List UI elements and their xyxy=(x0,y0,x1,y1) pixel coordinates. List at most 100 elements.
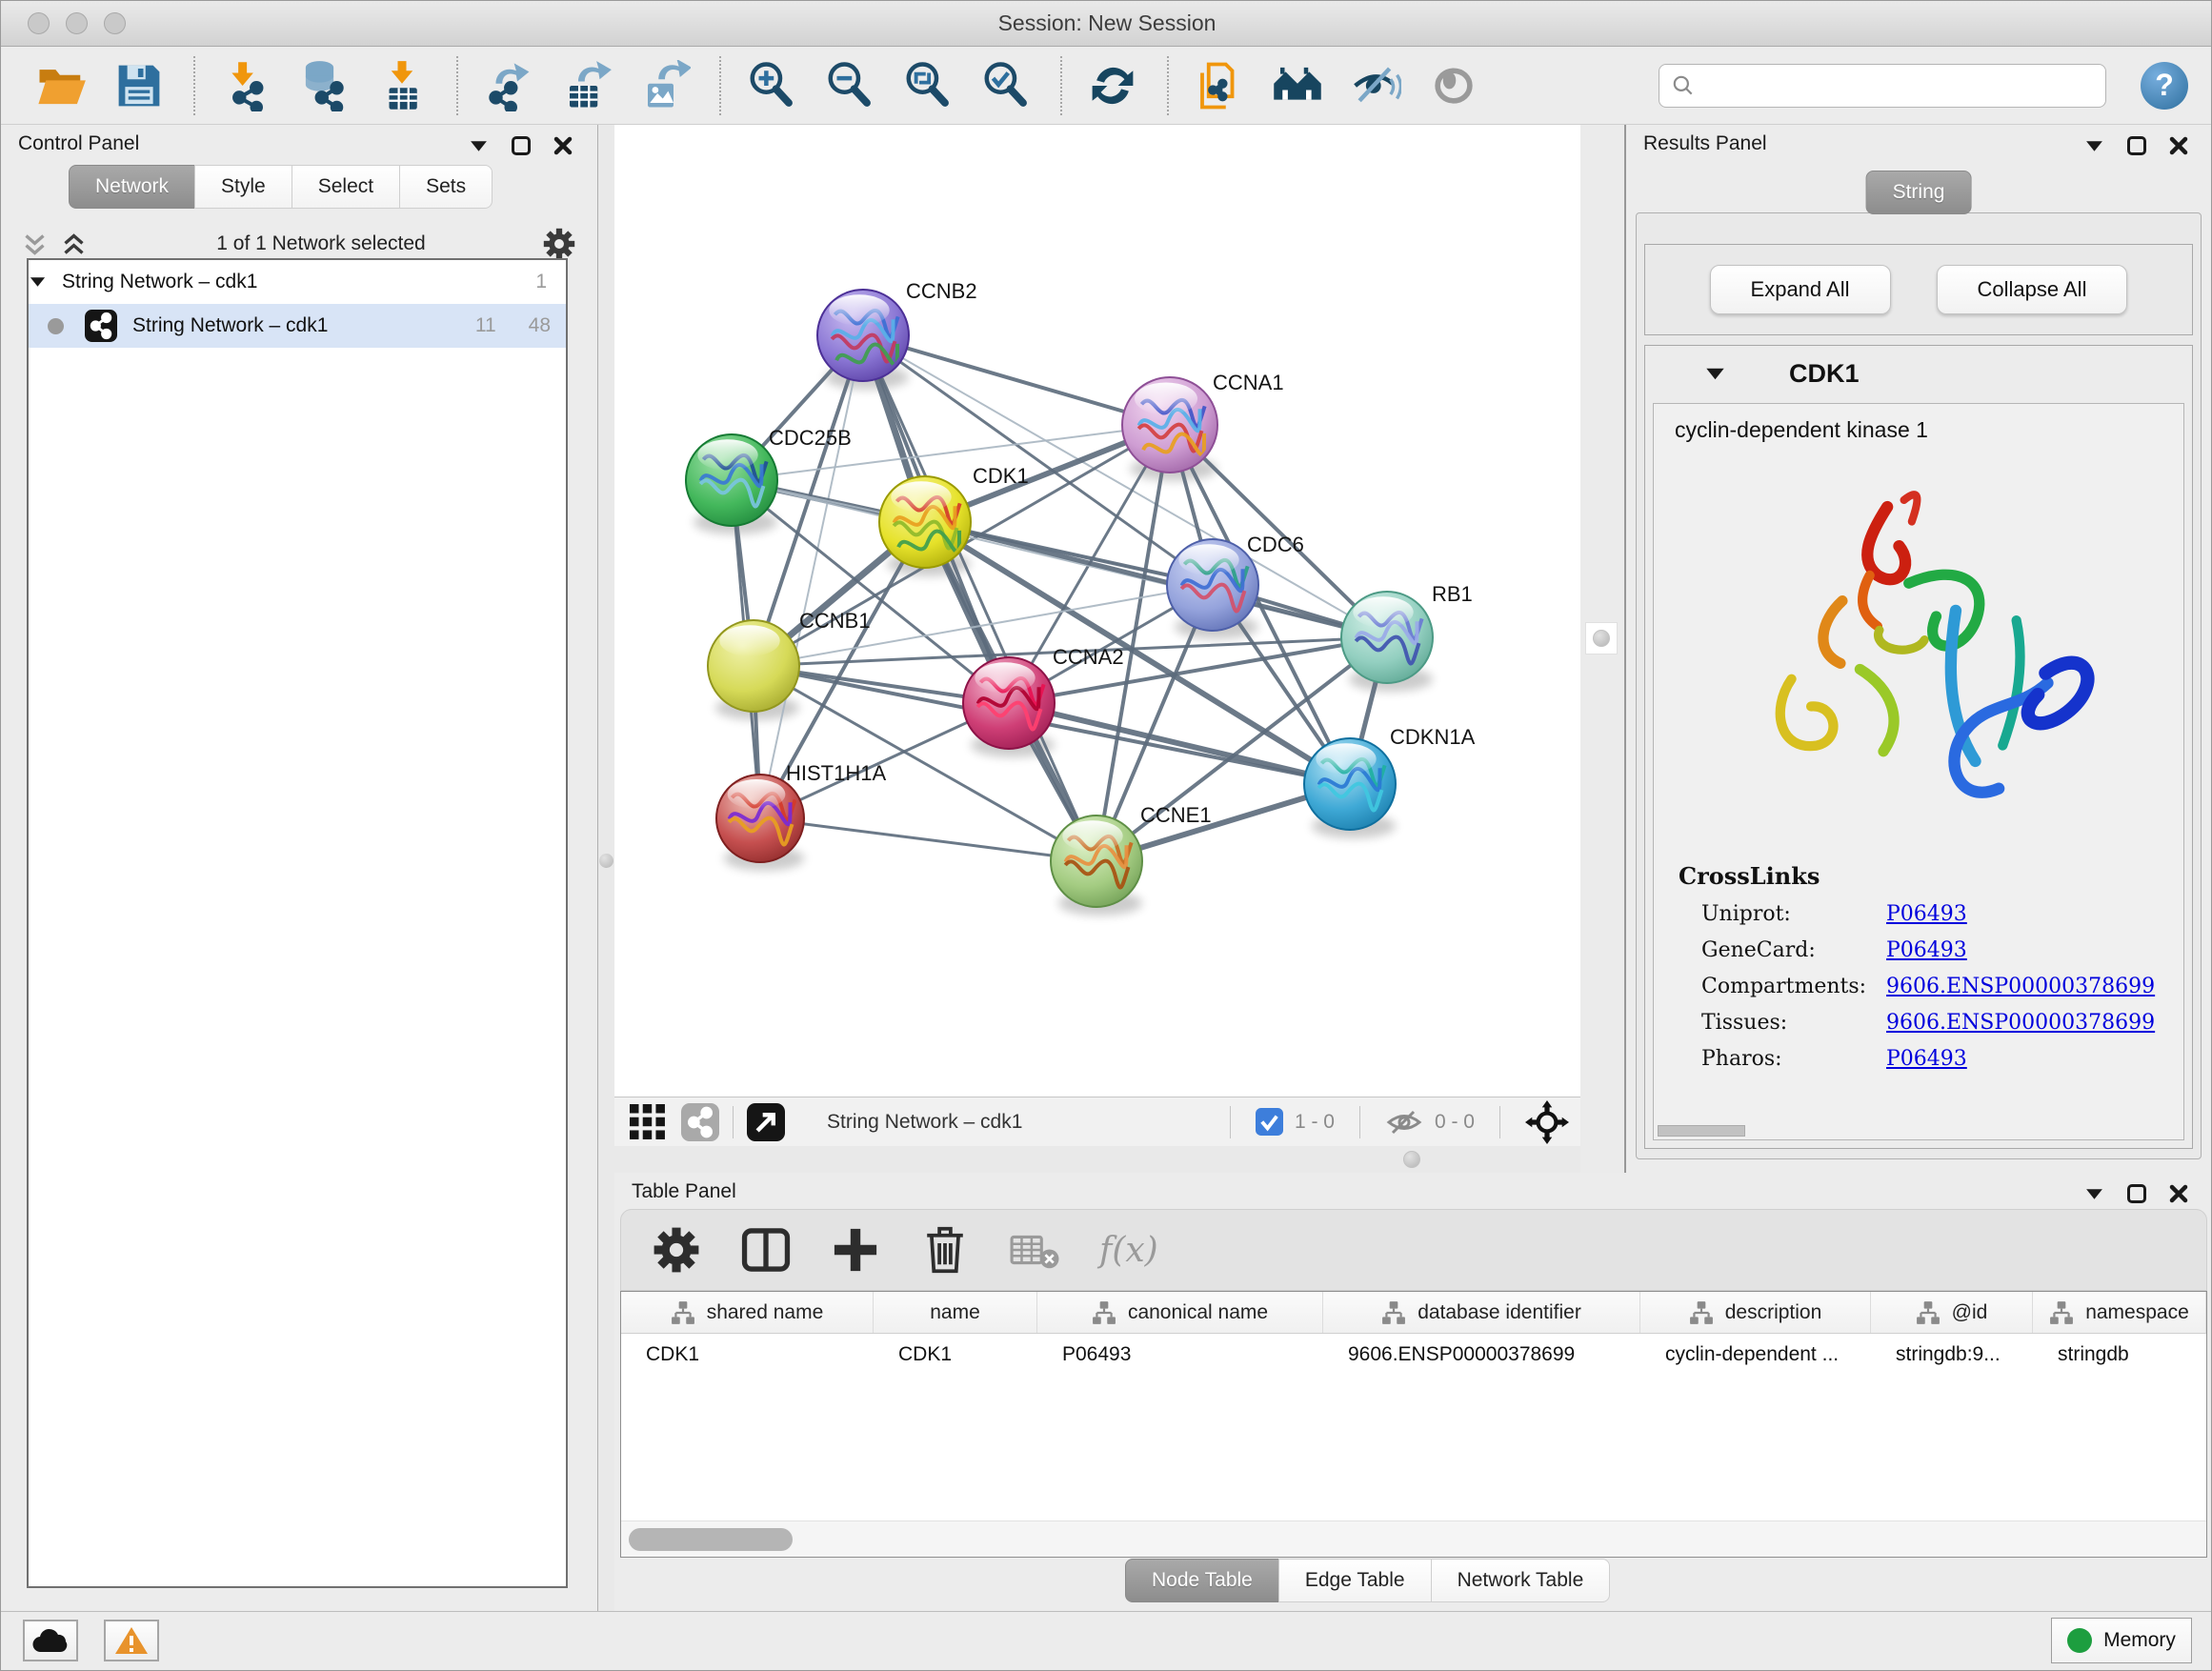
tab-style[interactable]: Style xyxy=(194,165,292,209)
column-header--id[interactable]: @id xyxy=(1871,1292,2033,1333)
panel-collapse-icon[interactable] xyxy=(2084,1187,2104,1201)
left-splitter-handle[interactable] xyxy=(599,854,613,868)
network-row-selected[interactable]: String Network – cdk1 11 48 xyxy=(29,304,566,348)
right-splitter-handle[interactable] xyxy=(1585,622,1618,654)
network-canvas[interactable]: CCNB2CCNA1CDC25BCDK1CDC6RB1CCNB1CCNA2CDK… xyxy=(614,125,1580,1097)
table-options-gear-icon[interactable] xyxy=(652,1225,701,1275)
panel-float-icon[interactable] xyxy=(2127,1184,2146,1203)
network-graph[interactable]: CCNB2CCNA1CDC25BCDK1CDC6RB1CCNB1CCNA2CDK… xyxy=(614,125,1580,1097)
network-options-gear-icon[interactable] xyxy=(542,227,576,261)
delete-table-icon[interactable] xyxy=(1010,1225,1059,1275)
first-neighbors-icon[interactable] xyxy=(1270,58,1325,113)
tree-expander-icon[interactable] xyxy=(29,275,47,289)
table-cell[interactable]: 9606.ENSP00000378699 xyxy=(1323,1334,1640,1376)
zoom-in-icon[interactable] xyxy=(744,58,799,113)
tab-string[interactable]: String xyxy=(1866,171,1972,214)
crosslink-value-link[interactable]: P06493 xyxy=(1886,938,1967,962)
zoom-fit-icon[interactable] xyxy=(900,58,955,113)
zoom-selected-icon[interactable] xyxy=(978,58,1034,113)
expand-all-button[interactable]: Expand All xyxy=(1710,265,1891,314)
node-CDC25B[interactable] xyxy=(686,434,777,526)
panel-float-icon[interactable] xyxy=(512,136,531,155)
node-HIST1H1A[interactable] xyxy=(716,775,804,862)
node-CDC6[interactable] xyxy=(1167,539,1258,631)
table-cell[interactable]: stringdb xyxy=(2033,1334,2206,1376)
open-in-window-icon[interactable] xyxy=(747,1103,785,1141)
cloud-services-button[interactable] xyxy=(23,1620,78,1661)
table-cell[interactable]: cyclin-dependent ... xyxy=(1640,1334,1871,1376)
network-collection-row[interactable]: String Network – cdk1 1 xyxy=(29,260,566,304)
export-table-icon[interactable] xyxy=(559,58,614,113)
hide-selected-icon[interactable] xyxy=(1348,58,1403,113)
zoom-out-icon[interactable] xyxy=(822,58,877,113)
horizontal-splitter-handle[interactable] xyxy=(1403,1151,1420,1168)
table-cell[interactable]: CDK1 xyxy=(874,1334,1037,1376)
tab-network-table[interactable]: Network Table xyxy=(1431,1559,1611,1602)
help-icon[interactable]: ? xyxy=(2141,62,2188,110)
column-header-shared-name[interactable]: shared name xyxy=(621,1292,874,1333)
collapse-all-networks-icon[interactable] xyxy=(22,232,48,257)
right-splitter[interactable] xyxy=(1580,125,1624,1173)
node-CCNB1[interactable] xyxy=(708,620,799,712)
table-cell[interactable]: stringdb:9... xyxy=(1871,1334,2033,1376)
save-session-icon[interactable] xyxy=(111,58,167,113)
hidden-eye-icon[interactable] xyxy=(1385,1108,1423,1137)
panel-collapse-icon[interactable] xyxy=(469,139,489,153)
memory-button[interactable]: Memory xyxy=(2051,1618,2192,1663)
left-splitter[interactable] xyxy=(598,125,614,1611)
function-builder-icon[interactable]: f(x) xyxy=(1099,1231,1158,1270)
panel-close-icon[interactable] xyxy=(553,136,573,155)
protein-expander-icon[interactable] xyxy=(1704,366,1726,382)
panel-float-icon[interactable] xyxy=(2127,136,2146,155)
export-network-icon[interactable] xyxy=(481,58,536,113)
collapse-all-button[interactable]: Collapse All xyxy=(1937,265,2128,314)
column-header-database-identifier[interactable]: database identifier xyxy=(1323,1292,1640,1333)
edge-CCNB2-CCNE1[interactable] xyxy=(863,335,1096,861)
selected-checkbox-icon[interactable] xyxy=(1256,1108,1283,1136)
expand-all-networks-icon[interactable] xyxy=(61,232,87,257)
panel-close-icon[interactable] xyxy=(2169,1184,2188,1203)
panel-close-icon[interactable] xyxy=(2169,136,2188,155)
tab-select[interactable]: Select xyxy=(292,165,400,209)
crosslink-value-link[interactable]: P06493 xyxy=(1886,902,1967,926)
column-header-canonical-name[interactable]: canonical name xyxy=(1037,1292,1323,1333)
import-network-database-icon[interactable] xyxy=(296,58,352,113)
results-scrollbar[interactable] xyxy=(1658,1125,1745,1137)
delete-column-trash-icon[interactable] xyxy=(920,1225,970,1275)
refresh-view-icon[interactable] xyxy=(1085,58,1140,113)
edge-CDK1-RB1[interactable] xyxy=(925,522,1387,637)
birds-eye-view-icon[interactable] xyxy=(681,1103,719,1141)
node-CDKN1A[interactable] xyxy=(1304,738,1396,830)
search-input[interactable] xyxy=(1703,74,2094,96)
node-RB1[interactable] xyxy=(1341,592,1433,683)
node-CCNB2[interactable] xyxy=(817,290,909,381)
table-cell[interactable]: CDK1 xyxy=(621,1334,874,1376)
duplicate-network-view-icon[interactable] xyxy=(1192,58,1247,113)
table-hscrollbar[interactable] xyxy=(621,1520,2206,1557)
search-box[interactable] xyxy=(1659,64,2106,108)
crosslink-value-link[interactable]: P06493 xyxy=(1886,1047,1967,1071)
edge-CCNA2-CDKN1A[interactable] xyxy=(1009,703,1350,784)
column-header-description[interactable]: description xyxy=(1640,1292,1871,1333)
horizontal-splitter[interactable] xyxy=(614,1146,1580,1173)
node-CDK1[interactable] xyxy=(879,476,971,568)
table-cell[interactable]: P06493 xyxy=(1037,1334,1323,1376)
grid-view-icon[interactable] xyxy=(630,1104,666,1140)
warnings-button[interactable] xyxy=(104,1620,159,1661)
import-table-file-icon[interactable] xyxy=(374,58,430,113)
column-header-namespace[interactable]: namespace xyxy=(2033,1292,2206,1333)
import-network-file-icon[interactable] xyxy=(218,58,273,113)
export-image-icon[interactable] xyxy=(637,58,693,113)
tab-edge-table[interactable]: Edge Table xyxy=(1278,1559,1432,1602)
edge-HIST1H1A-CCNE1[interactable] xyxy=(760,818,1096,861)
node-CCNA1[interactable] xyxy=(1122,377,1217,473)
edge-CCNB2-HIST1H1A[interactable] xyxy=(760,335,863,818)
show-all-icon[interactable] xyxy=(1426,58,1481,113)
show-columns-icon[interactable] xyxy=(741,1225,791,1275)
table-row[interactable]: CDK1CDK1P064939606.ENSP00000378699cyclin… xyxy=(621,1334,2206,1376)
crosslink-value-link[interactable]: 9606.ENSP00000378699 xyxy=(1886,975,2155,998)
tab-network[interactable]: Network xyxy=(69,165,195,209)
tab-sets[interactable]: Sets xyxy=(399,165,493,209)
column-header-name[interactable]: name xyxy=(874,1292,1037,1333)
open-session-icon[interactable] xyxy=(33,58,89,113)
